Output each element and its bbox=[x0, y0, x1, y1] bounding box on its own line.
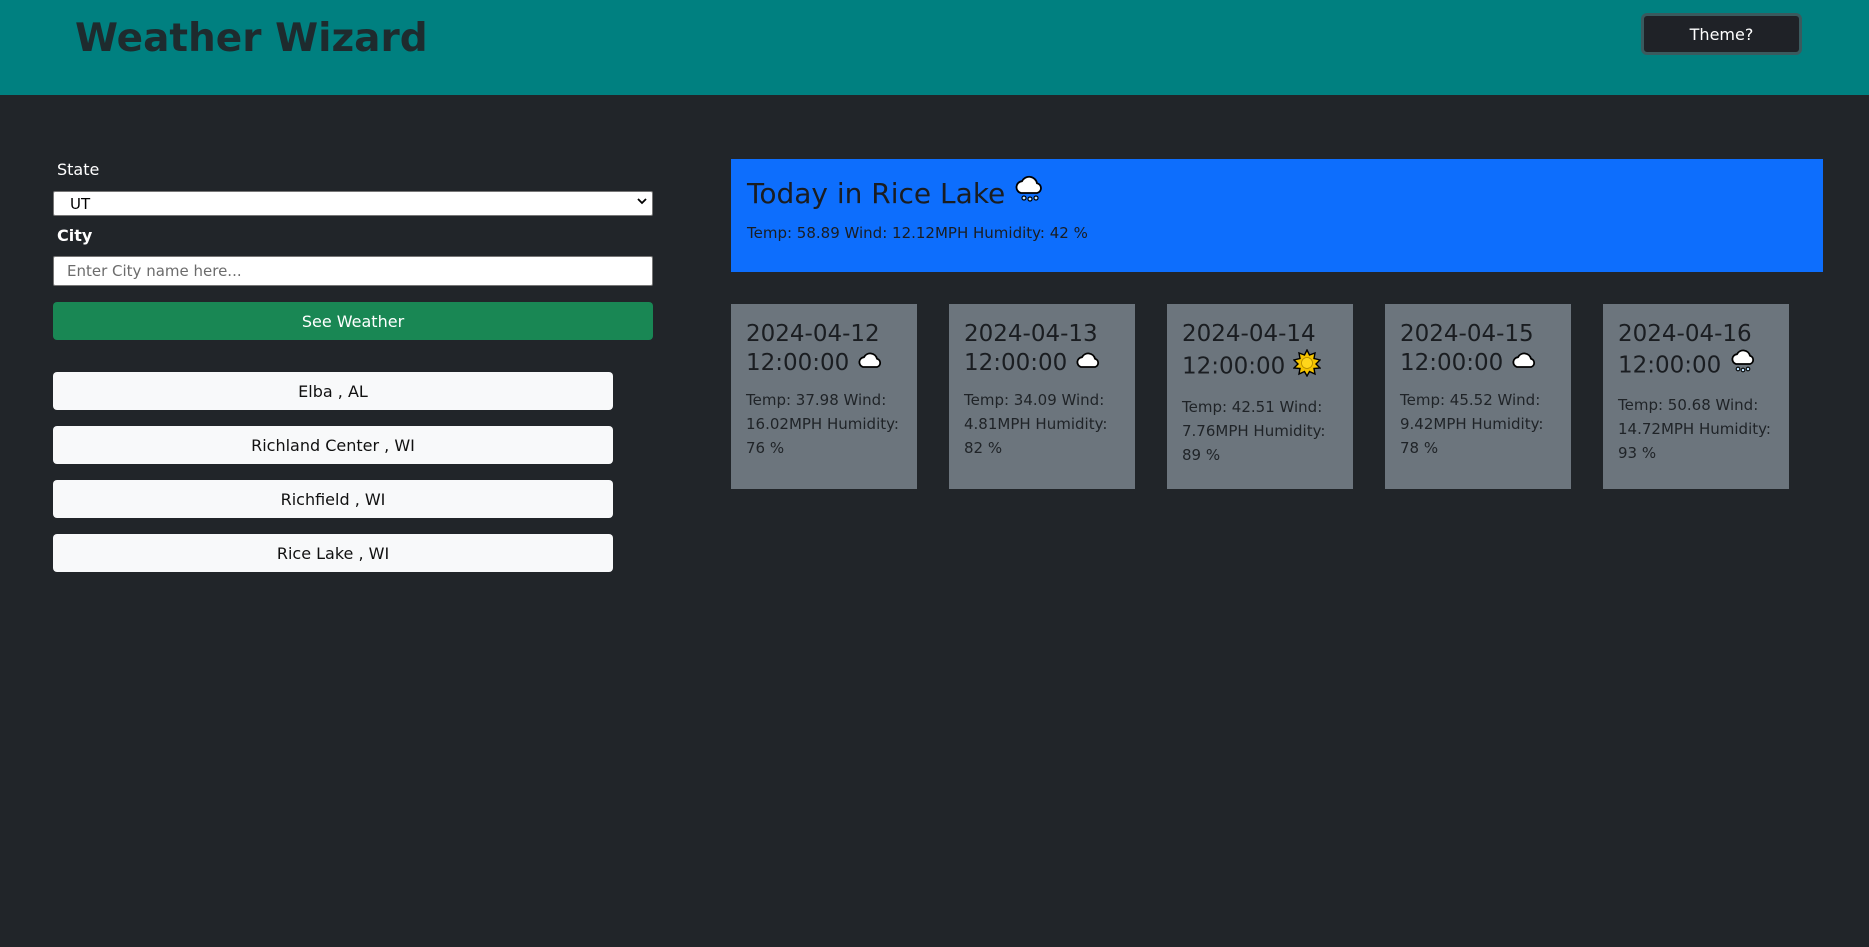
forecast-date: 2024-04-15 12:00:00 bbox=[1400, 320, 1556, 378]
rain-cloud-icon bbox=[1013, 175, 1045, 212]
see-weather-button[interactable]: See Weather bbox=[53, 302, 653, 340]
forecast-info: Temp: 45.52 Wind: 9.42MPH Humidity: 78 % bbox=[1400, 391, 1544, 457]
forecast-time-text: 12:00:00 bbox=[1618, 352, 1722, 379]
forecast-card: 2024-04-14 12:00:00 Temp: 42.51 Wind: 7.… bbox=[1167, 304, 1353, 489]
cloud-icon bbox=[857, 349, 885, 378]
city-label: City bbox=[57, 226, 93, 245]
app-header: Weather Wizard Theme? bbox=[0, 0, 1869, 95]
search-history-list: Elba , AL Richland Center , WI Richfield… bbox=[53, 372, 613, 588]
forecast-date-text: 2024-04-15 bbox=[1400, 321, 1534, 347]
forecast-date: 2024-04-16 12:00:00 bbox=[1618, 320, 1774, 383]
forecast-info: Temp: 34.09 Wind: 4.81MPH Humidity: 82 % bbox=[964, 391, 1108, 457]
sun-icon bbox=[1292, 348, 1322, 385]
forecast-card: 2024-04-13 12:00:00 Temp: 34.09 Wind: 4.… bbox=[949, 304, 1135, 489]
forecast-date: 2024-04-14 12:00:00 bbox=[1182, 320, 1338, 385]
forecast-card: 2024-04-15 12:00:00 Temp: 45.52 Wind: 9.… bbox=[1385, 304, 1571, 489]
city-input[interactable]: Enter City name here... bbox=[53, 256, 653, 286]
state-label: State bbox=[57, 160, 100, 179]
cloud-icon bbox=[1075, 349, 1103, 378]
app-title: Weather Wizard bbox=[75, 16, 428, 61]
state-select-value: UT bbox=[70, 194, 91, 213]
forecast-info: Temp: 42.51 Wind: 7.76MPH Humidity: 89 % bbox=[1182, 398, 1326, 464]
chevron-down-icon bbox=[636, 195, 648, 210]
today-title: Today in Rice Lake bbox=[747, 177, 1006, 210]
forecast-info: Temp: 50.68 Wind: 14.72MPH Humidity: 93 … bbox=[1618, 396, 1771, 462]
forecast-info: Temp: 37.98 Wind: 16.02MPH Humidity: 76 … bbox=[746, 391, 899, 457]
history-button[interactable]: Richfield , WI bbox=[53, 480, 613, 518]
cloud-icon bbox=[1511, 349, 1539, 378]
history-button[interactable]: Elba , AL bbox=[53, 372, 613, 410]
forecast-date: 2024-04-13 12:00:00 bbox=[964, 320, 1120, 378]
forecast-date: 2024-04-12 12:00:00 bbox=[746, 320, 902, 378]
forecast-time-text: 12:00:00 bbox=[746, 350, 850, 376]
forecast-card: 2024-04-12 12:00:00 Temp: 37.98 Wind: 16… bbox=[731, 304, 917, 489]
forecast-date-text: 2024-04-12 bbox=[746, 321, 880, 347]
today-weather-panel: Today in Rice Lake Temp: 58.89 Wind: 12.… bbox=[731, 159, 1823, 272]
today-title-row: Today in Rice Lake bbox=[747, 175, 1807, 212]
rain-cloud-icon bbox=[1729, 349, 1757, 383]
state-select[interactable]: UT bbox=[53, 191, 653, 216]
forecast-date-text: 2024-04-13 bbox=[964, 321, 1098, 347]
forecast-time-text: 12:00:00 bbox=[1400, 350, 1504, 376]
forecast-time-text: 12:00:00 bbox=[964, 350, 1068, 376]
today-weather-info: Temp: 58.89 Wind: 12.12MPH Humidity: 42 … bbox=[747, 224, 1088, 242]
forecast-date-text: 2024-04-16 bbox=[1618, 321, 1752, 347]
forecast-date-text: 2024-04-14 bbox=[1182, 321, 1316, 347]
forecast-card: 2024-04-16 12:00:00 Temp: 50.68 Wind: 14… bbox=[1603, 304, 1789, 489]
forecast-time-text: 12:00:00 bbox=[1182, 353, 1286, 380]
history-button[interactable]: Richland Center , WI bbox=[53, 426, 613, 464]
theme-toggle-button[interactable]: Theme? bbox=[1641, 13, 1802, 55]
history-button[interactable]: Rice Lake , WI bbox=[53, 534, 613, 572]
